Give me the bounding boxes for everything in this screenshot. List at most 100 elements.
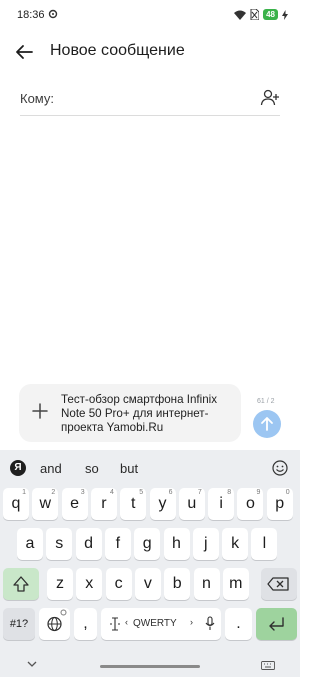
letter-key[interactable]: a <box>17 528 43 560</box>
system-nav-bar <box>0 655 300 677</box>
letter-key[interactable]: t5 <box>120 488 147 520</box>
letter-key-label: v <box>143 575 152 592</box>
letter-key[interactable]: b <box>164 568 191 600</box>
yandex-logo-icon[interactable]: Я <box>10 460 26 476</box>
digit-hint: 6 <box>168 489 173 496</box>
letter-key-label: d <box>84 535 94 552</box>
no-sim-icon <box>250 9 260 20</box>
symbols-key[interactable]: #1? <box>3 608 35 640</box>
suggestion-item[interactable]: and <box>40 461 62 476</box>
letter-key-label: l <box>262 535 267 552</box>
letter-key[interactable]: p0 <box>266 488 293 520</box>
status-icons: 48 <box>234 9 288 20</box>
letter-key[interactable]: f <box>104 528 131 560</box>
space-key[interactable]: QWERTY ‹ › <box>101 608 221 640</box>
letter-key[interactable]: z <box>47 568 73 600</box>
letter-key[interactable]: u7 <box>178 488 205 520</box>
enter-arrow-icon <box>269 617 284 631</box>
letter-key[interactable]: s <box>46 528 73 560</box>
send-arrow-icon <box>261 417 273 431</box>
message-composer[interactable]: Тест-обзор смартфона Infinix Note 50 Pro… <box>19 384 241 442</box>
letter-key[interactable]: i8 <box>208 488 235 520</box>
symbols-key-label: #1? <box>9 618 29 630</box>
letter-key-label: f <box>115 535 121 552</box>
keyboard: Я and so but q1w2e3r4t5y6u7i8o9p0 a s d f g h… <box>0 450 300 677</box>
space-arrows: › <box>190 617 193 627</box>
letter-key[interactable]: l <box>251 528 278 560</box>
letter-key[interactable]: q1 <box>3 488 29 520</box>
space-arrows: ‹ <box>125 617 128 627</box>
digit-hint: 3 <box>80 489 85 496</box>
emoji-icon[interactable] <box>272 460 288 476</box>
letter-key-label: z <box>56 575 64 592</box>
letter-key[interactable]: g <box>134 528 161 560</box>
letter-key[interactable]: v <box>134 568 161 600</box>
letter-key[interactable]: m <box>222 568 249 600</box>
letter-key[interactable]: d <box>75 528 102 560</box>
shift-arrow-icon <box>13 576 29 592</box>
backspace-icon <box>267 577 289 591</box>
letter-key[interactable]: w2 <box>32 488 59 520</box>
recipient-field[interactable]: Кому: <box>20 82 280 116</box>
language-key[interactable] <box>39 608 70 640</box>
letter-key-label: n <box>202 575 211 592</box>
add-contact-icon[interactable] <box>260 88 280 108</box>
space-key-label: QWERTY <box>133 618 177 629</box>
settings-gear-icon <box>48 9 58 19</box>
suggestion-item[interactable]: but <box>120 461 138 476</box>
letter-key-label: b <box>172 575 182 592</box>
digit-hint: 1 <box>22 489 26 496</box>
backspace-key[interactable] <box>261 568 297 600</box>
letter-key[interactable]: n <box>193 568 220 600</box>
digit-hint: 2 <box>51 489 56 496</box>
app-bar: Новое сообщение <box>0 30 300 74</box>
letter-key[interactable]: x <box>76 568 103 600</box>
suggestion-bar: Я and so but <box>0 450 300 486</box>
period-key[interactable]: . <box>225 608 252 640</box>
letter-key[interactable]: e3 <box>61 488 88 520</box>
status-time: 18:36 <box>17 9 45 21</box>
comma-key[interactable]: , <box>74 608 97 640</box>
shift-key[interactable] <box>3 568 39 600</box>
comma-key-label: , <box>83 615 88 632</box>
settings-hint-icon <box>60 609 67 616</box>
letter-key-label: c <box>114 575 123 592</box>
cursor-icon <box>110 617 120 631</box>
charging-icon <box>282 9 288 20</box>
keyboard-switch-icon[interactable] <box>261 661 275 670</box>
character-counter: 61 / 2 <box>257 398 275 405</box>
enter-key[interactable] <box>256 608 297 640</box>
battery-indicator: 48 <box>263 9 278 20</box>
digit-hint: 4 <box>109 489 114 496</box>
letter-key-label: m <box>229 575 243 592</box>
letter-key-label: a <box>25 535 35 552</box>
letter-key-label: h <box>172 535 181 552</box>
letter-key[interactable]: h <box>163 528 190 560</box>
digit-hint: 7 <box>197 489 202 496</box>
digit-hint: 5 <box>139 489 144 496</box>
digit-hint: 8 <box>227 489 232 496</box>
letter-key[interactable]: y6 <box>149 488 176 520</box>
letter-key[interactable]: r4 <box>90 488 117 520</box>
back-arrow-icon[interactable] <box>12 40 36 64</box>
page-title: Новое сообщение <box>50 42 185 59</box>
letter-key-label: k <box>231 535 240 552</box>
letter-key[interactable]: c <box>105 568 132 600</box>
status-bar: 18:36 48 <box>0 0 300 30</box>
period-key-label: . <box>236 615 241 632</box>
letter-key[interactable]: k <box>222 528 249 560</box>
letter-key-label: s <box>55 535 64 552</box>
letter-key-label: g <box>142 535 152 552</box>
message-input[interactable]: Тест-обзор смартфона Infinix Note 50 Pro… <box>61 393 241 435</box>
wifi-icon <box>234 10 247 20</box>
microphone-icon[interactable] <box>205 616 215 631</box>
hide-keyboard-chevron-icon[interactable] <box>27 661 37 667</box>
letter-key[interactable]: o9 <box>237 488 264 520</box>
letter-key[interactable]: j <box>192 528 219 560</box>
digit-hint: 9 <box>256 489 261 496</box>
home-gesture-pill[interactable] <box>100 665 200 668</box>
send-button[interactable] <box>253 410 281 438</box>
suggestion-item[interactable]: so <box>85 461 99 476</box>
recipient-label: Кому: <box>20 91 54 106</box>
attach-plus-icon[interactable] <box>31 402 49 420</box>
